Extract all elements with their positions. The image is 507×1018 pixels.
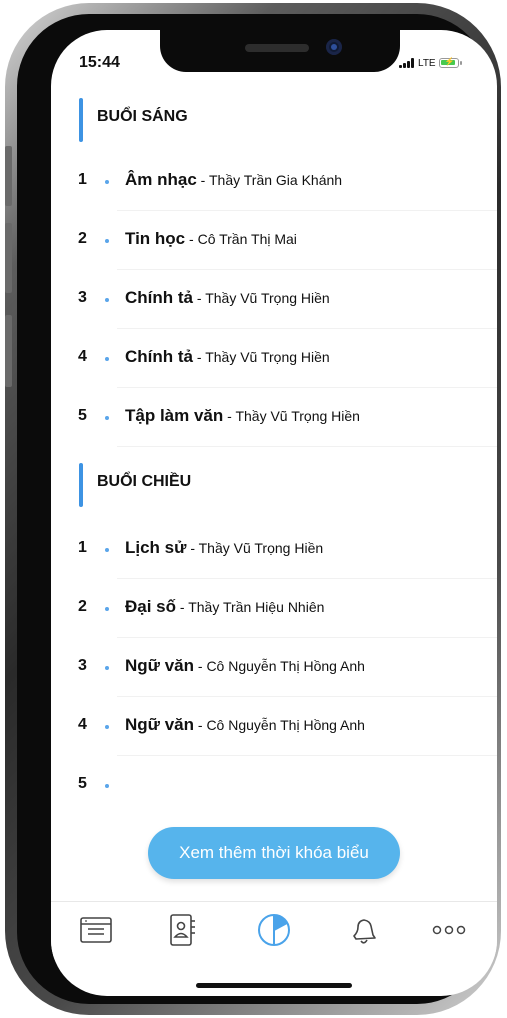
bell-icon [353, 919, 376, 944]
notch [160, 30, 400, 72]
period-number: 1 [78, 539, 87, 556]
teacher-name: - Cô Nguyễn Thị Hồng Anh [194, 717, 365, 733]
section-accent-bar [79, 463, 83, 507]
volume-up-button [5, 223, 12, 293]
bullet-dot [105, 357, 109, 361]
schedule-row[interactable]: 1 Âm nhạc - Thầy Trần Gia Khánh [51, 152, 497, 211]
schedule-row[interactable]: 4 Ngữ văn - Cô Nguyễn Thị Hồng Anh [51, 697, 497, 756]
subject-name: Chính tả [125, 347, 193, 366]
schedule-icon [258, 914, 290, 946]
tab-contacts[interactable] [162, 912, 202, 948]
bullet-dot [105, 548, 109, 552]
mute-switch [5, 146, 12, 206]
schedule-row[interactable]: 5 Tập làm văn - Thầy Vũ Trọng Hiền [51, 388, 497, 447]
tab-news[interactable] [76, 912, 116, 948]
section-header-afternoon: BUỔI CHIỀU [51, 455, 497, 513]
teacher-name: - Thầy Trần Gia Khánh [196, 172, 343, 188]
section-header-morning: BUỔI SÁNG [51, 90, 497, 148]
volume-down-button [5, 315, 12, 387]
subject-name: Lịch sử [125, 538, 187, 557]
subject-name: Ngữ văn [125, 715, 194, 734]
bottom-tab-bar [51, 901, 497, 960]
period-number: 5 [78, 775, 87, 792]
more-icon [432, 925, 466, 935]
tab-more[interactable] [429, 912, 469, 948]
bullet-dot [105, 725, 109, 729]
bullet-dot [105, 666, 109, 670]
status-time: 15:44 [79, 54, 120, 71]
view-more-schedule-button[interactable]: Xem thêm thời khóa biểu [148, 827, 400, 879]
subject-name: Tin học [125, 229, 186, 248]
schedule-row[interactable]: 5 [51, 756, 497, 815]
bullet-dot [105, 416, 109, 420]
period-number: 2 [78, 598, 87, 615]
tab-schedule[interactable] [254, 912, 294, 948]
speaker-grille [245, 44, 309, 52]
subject-name: Ngữ văn [125, 656, 194, 675]
tab-notifications[interactable] [343, 912, 383, 948]
section-accent-bar [79, 98, 83, 142]
teacher-name: - Thầy Vũ Trọng Hiền [186, 540, 324, 556]
bullet-dot [105, 180, 109, 184]
battery-icon: ⚡ [438, 58, 462, 68]
status-indicators: LTE ⚡ [399, 56, 462, 70]
subject-name: Đại số [125, 597, 177, 616]
period-number: 3 [78, 289, 87, 306]
contacts-icon [170, 914, 195, 946]
subject-name: Âm nhạc [125, 170, 197, 189]
section-title: BUỔI SÁNG [97, 108, 188, 125]
bullet-dot [105, 298, 109, 302]
section-title: BUỔI CHIỀU [97, 473, 192, 490]
schedule-row[interactable]: 3 Chính tả - Thầy Vũ Trọng Hiền [51, 270, 497, 329]
period-number: 5 [78, 407, 87, 424]
period-number: 1 [78, 171, 87, 188]
teacher-name: - Thầy Vũ Trọng Hiền [223, 408, 360, 424]
news-icon [80, 917, 112, 943]
schedule-row[interactable]: 1 Lịch sử - Thầy Vũ Trọng Hiền [51, 520, 497, 579]
period-number: 2 [78, 230, 87, 247]
schedule-row[interactable]: 2 Tin học - Cô Trần Thị Mai [51, 211, 497, 270]
teacher-name: - Thầy Trần Hiệu Nhiên [176, 599, 325, 615]
teacher-name: - Thầy Vũ Trọng Hiền [193, 290, 330, 306]
teacher-name: - Cô Nguyễn Thị Hồng Anh [194, 658, 365, 674]
bullet-dot [105, 784, 109, 788]
period-number: 4 [78, 716, 87, 733]
signal-icon [399, 58, 414, 68]
front-camera [326, 39, 342, 55]
subject-name: Tập làm văn [125, 406, 224, 425]
home-indicator[interactable] [196, 983, 352, 988]
bullet-dot [105, 239, 109, 243]
subject-name: Chính tả [125, 288, 193, 307]
schedule-row[interactable]: 2 Đại số - Thầy Trần Hiệu Nhiên [51, 579, 497, 638]
bullet-dot [105, 607, 109, 611]
teacher-name: - Cô Trần Thị Mai [185, 231, 297, 247]
teacher-name: - Thầy Vũ Trọng Hiền [193, 349, 330, 365]
period-number: 3 [78, 657, 87, 674]
row-divider [117, 446, 497, 447]
schedule-row[interactable]: 4 Chính tả - Thầy Vũ Trọng Hiền [51, 329, 497, 388]
network-type: LTE [418, 57, 436, 69]
phone-screen: 15:44 LTE ⚡ BUỔI SÁNG 1 Âm nhạc - Thầy T… [51, 30, 497, 996]
schedule-row[interactable]: 3 Ngữ văn - Cô Nguyễn Thị Hồng Anh [51, 638, 497, 697]
period-number: 4 [78, 348, 87, 365]
